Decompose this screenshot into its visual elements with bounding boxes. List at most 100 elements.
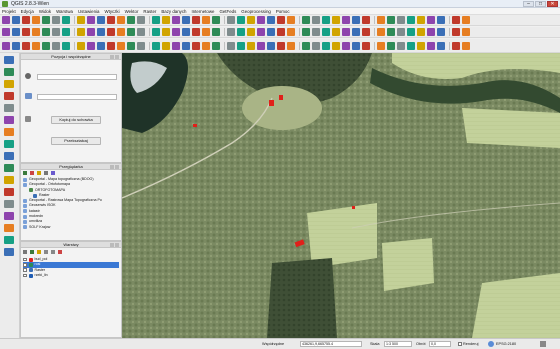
- zoom-icon[interactable]: [182, 28, 190, 36]
- tool-icon[interactable]: [2, 41, 10, 50]
- edit-icon[interactable]: [137, 41, 145, 50]
- rotation-spinbox[interactable]: 0,0: [429, 341, 451, 347]
- zoom-icon[interactable]: [437, 16, 445, 24]
- pan-icon[interactable]: [107, 41, 115, 50]
- building-feature[interactable]: [269, 100, 274, 106]
- identify-icon[interactable]: [287, 28, 295, 36]
- label-icon[interactable]: [417, 16, 425, 24]
- crs-globe-icon[interactable]: [488, 341, 494, 347]
- select-icon[interactable]: [302, 41, 310, 50]
- add-virtual-layer-icon[interactable]: [4, 224, 14, 232]
- edit-icon[interactable]: [52, 16, 60, 24]
- zoom-icon[interactable]: [12, 28, 20, 36]
- pan-icon[interactable]: [22, 16, 30, 24]
- menu-geoprocessing[interactable]: Geoprocessing: [241, 9, 271, 14]
- pan-icon[interactable]: [277, 28, 285, 36]
- menu-warstwa[interactable]: Warstwa: [56, 9, 73, 14]
- identify-icon[interactable]: [377, 16, 385, 24]
- tool-icon[interactable]: [342, 28, 350, 36]
- panel-float-icon[interactable]: [110, 165, 114, 169]
- menu-pomoc[interactable]: Pomoc: [276, 9, 290, 14]
- scale-combo[interactable]: 1:3 500: [384, 341, 412, 347]
- tool-icon[interactable]: [257, 16, 265, 24]
- identify-icon[interactable]: [377, 28, 385, 36]
- layer-visibility-checkbox[interactable]: [23, 268, 27, 272]
- select-icon[interactable]: [42, 16, 50, 24]
- add-spatialite-layer-icon[interactable]: [4, 92, 14, 100]
- tool-icon[interactable]: [87, 41, 95, 50]
- identify-icon[interactable]: [287, 41, 295, 50]
- map-canvas[interactable]: [122, 53, 560, 338]
- tool-icon[interactable]: [342, 41, 350, 50]
- identify-icon[interactable]: [117, 16, 125, 24]
- identify-icon[interactable]: [462, 16, 470, 24]
- identify-icon[interactable]: [202, 28, 210, 36]
- label-icon[interactable]: [417, 41, 425, 50]
- measure-icon[interactable]: [152, 16, 160, 24]
- zoom-icon[interactable]: [12, 41, 20, 50]
- collapse-all-icon[interactable]: [51, 250, 55, 254]
- label-icon[interactable]: [77, 16, 85, 24]
- pan-icon[interactable]: [107, 16, 115, 24]
- select-icon[interactable]: [212, 16, 220, 24]
- panel-close-icon[interactable]: [115, 165, 119, 169]
- minimize-button[interactable]: –: [523, 1, 534, 7]
- add-geonode-icon[interactable]: [4, 236, 14, 244]
- pan-icon[interactable]: [192, 28, 200, 36]
- select-icon[interactable]: [212, 28, 220, 36]
- transform-button[interactable]: Przekształcaj: [51, 137, 101, 145]
- pan-icon[interactable]: [362, 16, 370, 24]
- identify-icon[interactable]: [32, 16, 40, 24]
- select-icon[interactable]: [42, 28, 50, 36]
- edit-icon[interactable]: [137, 16, 145, 24]
- edit-icon[interactable]: [227, 28, 235, 36]
- label-icon[interactable]: [77, 28, 85, 36]
- pan-icon[interactable]: [107, 28, 115, 36]
- edit-icon[interactable]: [227, 16, 235, 24]
- edit-icon[interactable]: [52, 28, 60, 36]
- menu-widok[interactable]: Widok: [39, 9, 51, 14]
- identify-icon[interactable]: [202, 16, 210, 24]
- zoom-icon[interactable]: [182, 41, 190, 50]
- add-mssql-layer-icon[interactable]: [4, 104, 14, 112]
- measure-icon[interactable]: [322, 41, 330, 50]
- menu-ustawienia[interactable]: Ustawienia: [78, 9, 99, 14]
- add-raster-layer-icon[interactable]: [4, 68, 14, 76]
- menu-getfeds[interactable]: GetFeds: [219, 9, 236, 14]
- tool-icon[interactable]: [172, 16, 180, 24]
- tool-icon[interactable]: [2, 28, 10, 36]
- zoom-icon[interactable]: [352, 28, 360, 36]
- select-icon[interactable]: [127, 16, 135, 24]
- add-arcgis-icon[interactable]: [4, 248, 14, 256]
- measure-icon[interactable]: [407, 28, 415, 36]
- tool-icon[interactable]: [427, 28, 435, 36]
- render-checkbox[interactable]: [458, 342, 462, 346]
- layer-visibility-checkbox[interactable]: [23, 263, 27, 267]
- label-icon[interactable]: [162, 41, 170, 50]
- measure-icon[interactable]: [152, 41, 160, 50]
- measure-icon[interactable]: [237, 41, 245, 50]
- menu-internetowe[interactable]: Internetowe: [192, 9, 215, 14]
- pan-icon[interactable]: [22, 28, 30, 36]
- identify-icon[interactable]: [117, 28, 125, 36]
- pan-icon[interactable]: [452, 16, 460, 24]
- add-wcs-layer-icon[interactable]: [4, 140, 14, 148]
- refresh-icon[interactable]: [23, 171, 27, 175]
- zoom-icon[interactable]: [97, 16, 105, 24]
- panel-close-icon[interactable]: [115, 55, 119, 59]
- zoom-icon[interactable]: [352, 16, 360, 24]
- label-icon[interactable]: [247, 16, 255, 24]
- pan-icon[interactable]: [22, 41, 30, 50]
- add-oracle-layer-icon[interactable]: [4, 116, 14, 124]
- pan-icon[interactable]: [192, 41, 200, 50]
- pan-icon[interactable]: [452, 28, 460, 36]
- add-postgis-layer-icon[interactable]: [4, 80, 14, 88]
- zoom-icon[interactable]: [437, 28, 445, 36]
- building-feature[interactable]: [279, 95, 283, 100]
- menu-bazy-danych[interactable]: Bazy danych: [161, 9, 186, 14]
- measure-icon[interactable]: [322, 28, 330, 36]
- measure-icon[interactable]: [62, 28, 70, 36]
- pan-icon[interactable]: [277, 41, 285, 50]
- tool-icon[interactable]: [257, 41, 265, 50]
- tool-icon[interactable]: [172, 41, 180, 50]
